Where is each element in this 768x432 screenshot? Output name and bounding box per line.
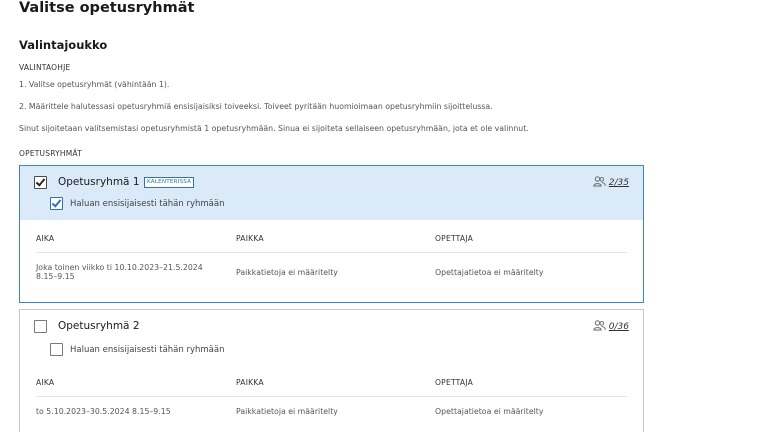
priority-checkbox[interactable] <box>50 197 63 210</box>
checkmark-icon <box>35 176 46 187</box>
instruction-2: 2. Määrittele halutessasi opetusryhmiä e… <box>19 102 493 111</box>
people-icon <box>593 176 606 187</box>
group-card-1: Opetusryhmä 1 KALENTERISSA Haluan ensisi… <box>19 165 644 303</box>
instructions-label: VALINTAOHJE <box>19 63 71 72</box>
calendar-badge: KALENTERISSA <box>144 177 195 188</box>
page-title: Valitse opetusryhmät <box>19 0 195 16</box>
cell-place: Paikkatietoja ei määritelty <box>236 268 338 277</box>
group-card-header: Opetusryhmä 1 KALENTERISSA Haluan ensisi… <box>20 166 643 220</box>
people-icon <box>593 320 606 331</box>
group-name: Opetusryhmä 1 <box>58 176 140 188</box>
section-title: Valintajoukko <box>19 38 108 52</box>
cell-time: Joka toinen viikko ti 10.10.2023–21.5.20… <box>36 263 203 281</box>
cell-teacher: Opettajatietoa ei määritelty <box>435 268 544 277</box>
group-select-checkbox[interactable] <box>34 320 47 333</box>
instruction-3: Sinut sijoitetaan valitsemistasi opetusr… <box>19 124 529 133</box>
column-header-time: AIKA <box>36 234 55 243</box>
group-select-checkbox[interactable] <box>34 176 47 189</box>
column-header-teacher: OPETTAJA <box>435 234 474 243</box>
priority-checkbox[interactable] <box>50 343 63 356</box>
seats-count: 2/35 <box>608 178 629 188</box>
cell-teacher: Opettajatietoa ei määritelty <box>435 407 544 416</box>
cell-place: Paikkatietoja ei määritelty <box>236 407 338 416</box>
column-header-place: PAIKKA <box>236 234 264 243</box>
instruction-1: 1. Valitse opetusryhmät (vähintään 1). <box>19 80 170 89</box>
column-header-teacher: OPETTAJA <box>435 378 474 387</box>
group-name: Opetusryhmä 2 <box>58 320 140 332</box>
seats-count: 0/36 <box>608 322 629 332</box>
checkmark-icon <box>51 197 62 208</box>
seats-indicator[interactable]: 2/35 <box>593 176 629 188</box>
group-card-2: Opetusryhmä 2 Haluan ensisijaisesti tähä… <box>19 309 644 432</box>
cell-time: to 5.10.2023–30.5.2024 8.15–9.15 <box>36 407 171 416</box>
group-card-header: Opetusryhmä 2 Haluan ensisijaisesti tähä… <box>20 310 643 364</box>
priority-label: Haluan ensisijaisesti tähän ryhmään <box>70 345 225 355</box>
groups-label: OPETUSRYHMÄT <box>19 149 82 158</box>
column-header-time: AIKA <box>36 378 55 387</box>
row-divider <box>36 396 627 397</box>
seats-indicator[interactable]: 0/36 <box>593 320 629 332</box>
priority-label: Haluan ensisijaisesti tähän ryhmään <box>70 199 225 209</box>
column-header-place: PAIKKA <box>236 378 264 387</box>
row-divider <box>36 252 627 253</box>
